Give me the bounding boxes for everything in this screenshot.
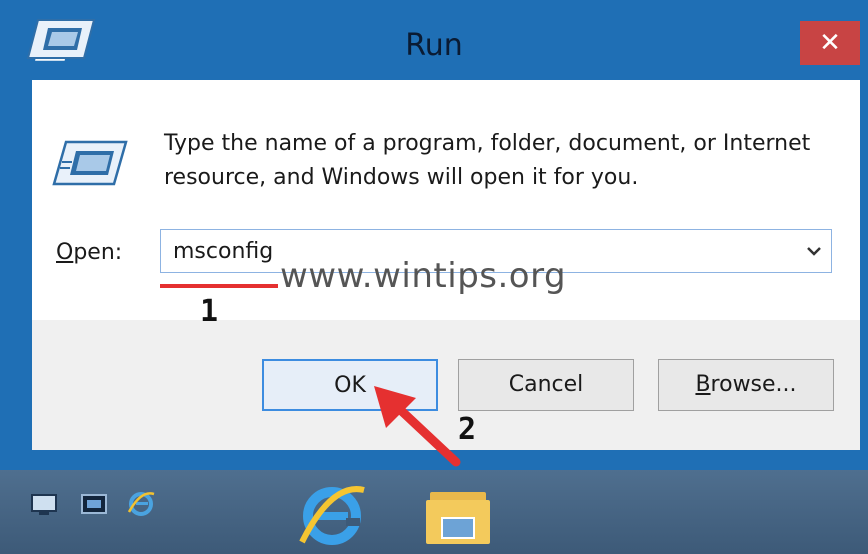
open-label: Open: xyxy=(56,240,122,265)
show-desktop-icon[interactable] xyxy=(30,492,58,516)
file-explorer-icon[interactable] xyxy=(418,474,498,554)
browse-button[interactable]: Browse... xyxy=(658,359,834,411)
title-bar[interactable]: Run ✕ xyxy=(0,0,868,80)
internet-explorer-taskbar-icon[interactable] xyxy=(292,474,372,554)
browse-label: rowse... xyxy=(710,372,797,397)
cancel-button[interactable]: Cancel xyxy=(458,359,634,411)
run-program-icon xyxy=(52,140,128,186)
remote-desktop-icon[interactable] xyxy=(80,492,108,516)
highlight-underline xyxy=(160,284,278,288)
run-icon xyxy=(26,19,96,59)
internet-explorer-icon[interactable] xyxy=(126,488,156,518)
instructions-text: Type the name of a program, folder, docu… xyxy=(164,131,811,190)
open-label-accelerator: O xyxy=(56,240,74,265)
chevron-down-icon[interactable] xyxy=(803,240,825,262)
window-title: Run xyxy=(405,28,463,63)
browse-accelerator: B xyxy=(695,372,711,397)
open-label-text: pen: xyxy=(73,240,123,265)
step-number-1: 1 xyxy=(200,294,219,329)
step-number-2: 2 xyxy=(458,412,477,447)
watermark: www.wintips.org xyxy=(280,256,567,296)
close-button[interactable]: ✕ xyxy=(800,21,860,65)
